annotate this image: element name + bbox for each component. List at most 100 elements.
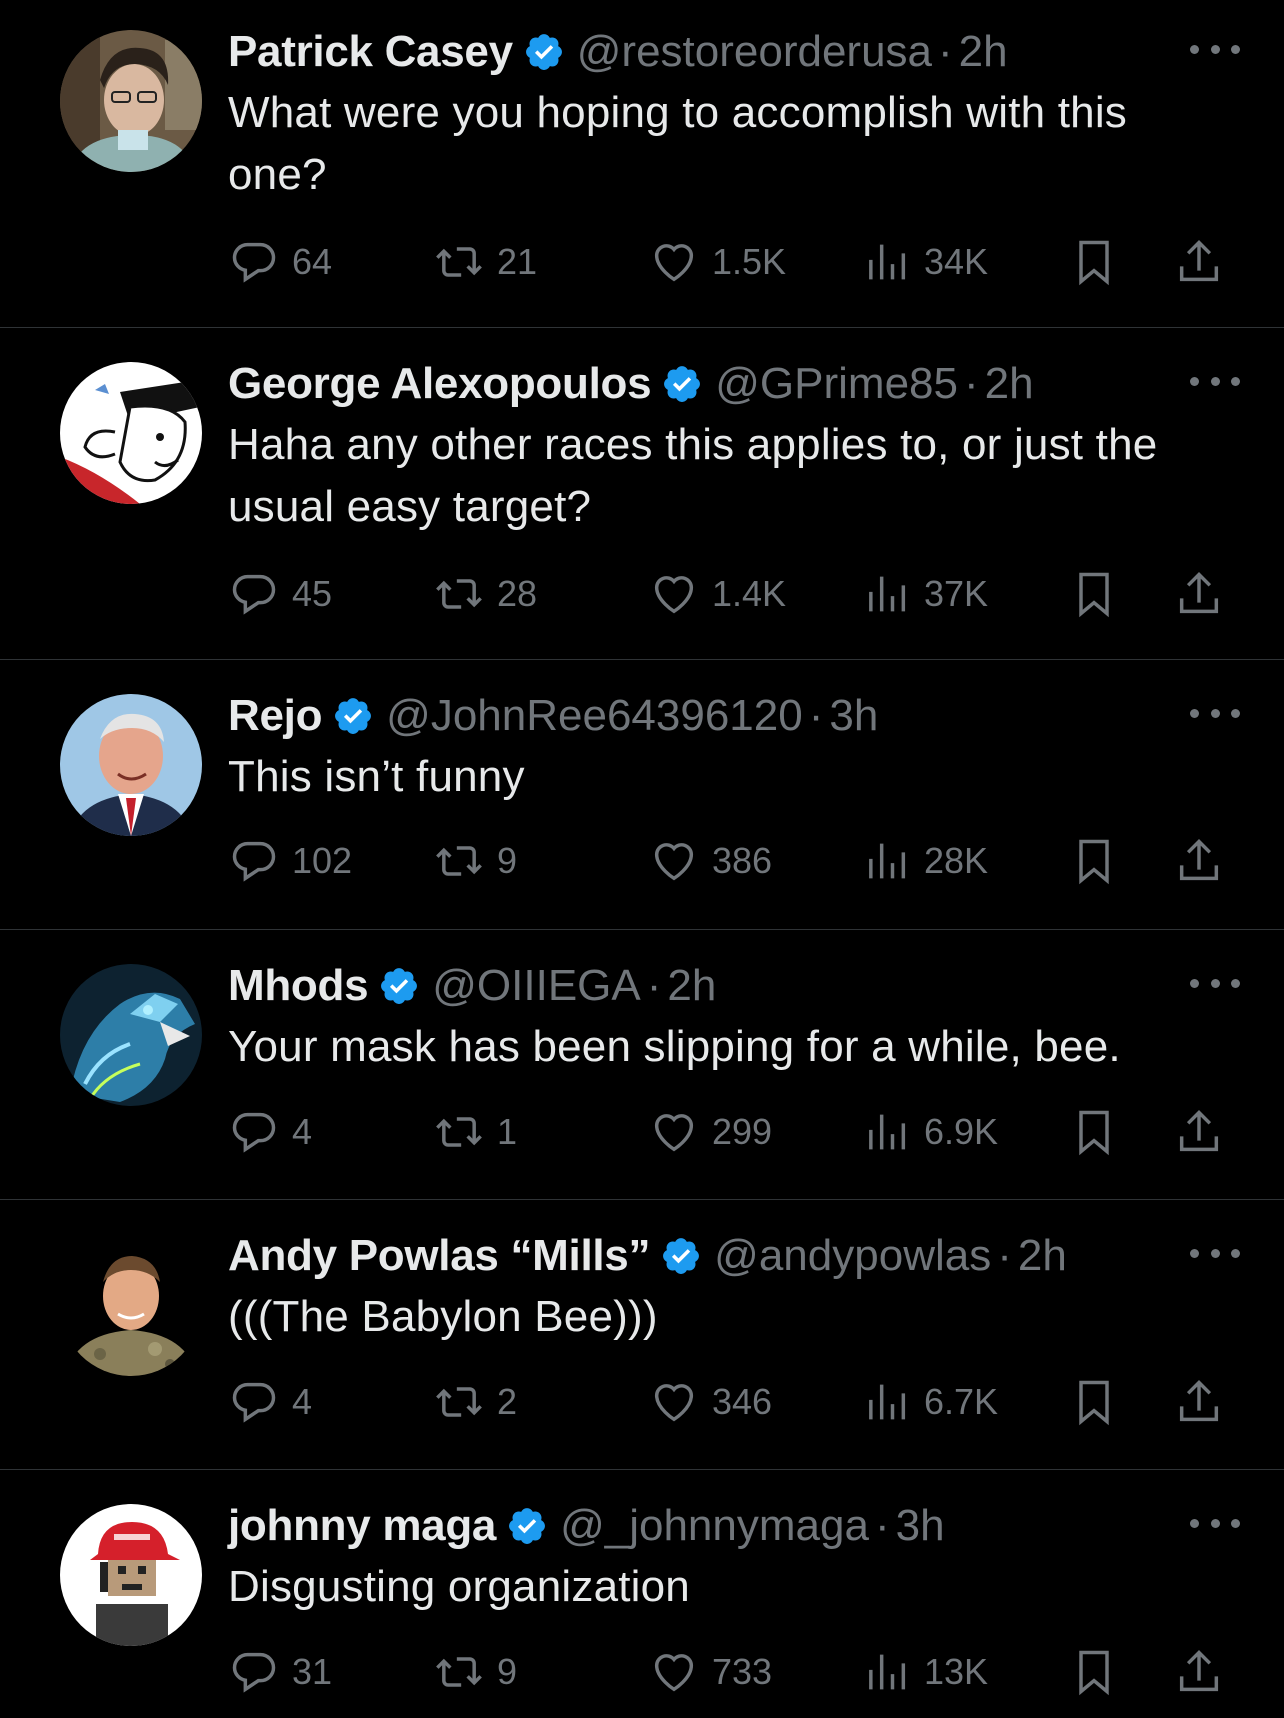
- like-button[interactable]: 299: [648, 1104, 772, 1160]
- share-button[interactable]: [1173, 833, 1225, 889]
- share-button[interactable]: [1173, 234, 1225, 290]
- separator: ·: [964, 359, 979, 408]
- reply-button[interactable]: 31: [228, 1644, 332, 1700]
- tweet-text: This isn’t funny: [228, 752, 525, 801]
- retweet-button[interactable]: 9: [433, 833, 517, 889]
- retweet-button[interactable]: 2: [433, 1374, 517, 1430]
- user-handle[interactable]: @_johnnymaga: [560, 1501, 869, 1551]
- tweet[interactable]: johnny maga @_johnnymaga · 3h Disgusting…: [0, 1470, 1284, 1718]
- display-name[interactable]: Andy Powlas “Mills”: [228, 1231, 650, 1281]
- more-options-icon[interactable]: [1190, 34, 1240, 64]
- reply-button[interactable]: 4: [228, 1104, 312, 1160]
- avatar[interactable]: [60, 964, 202, 1106]
- avatar[interactable]: [60, 1504, 202, 1646]
- reply-button[interactable]: 45: [228, 566, 332, 622]
- like-button[interactable]: 1.4K: [648, 566, 786, 622]
- retweet-icon: [436, 247, 482, 277]
- display-name[interactable]: johnny maga: [228, 1501, 496, 1551]
- views-icon: [869, 244, 906, 280]
- retweet-button[interactable]: 28: [433, 566, 537, 622]
- bookmark-icon: [1079, 572, 1109, 618]
- action-bar: 31 9 733 13K: [228, 1644, 1219, 1700]
- user-handle[interactable]: @andypowlas: [714, 1231, 991, 1281]
- heart-icon: [654, 576, 694, 614]
- reply-button[interactable]: 64: [228, 234, 332, 290]
- more-options-icon[interactable]: [1190, 1238, 1240, 1268]
- tweet[interactable]: George Alexopoulos @GPrime85 · 2h Haha a…: [0, 328, 1284, 660]
- tweet-header: Mhods @OIIIEGA · 2h: [228, 958, 1244, 1014]
- bookmark-button[interactable]: [1068, 1104, 1120, 1160]
- views-button[interactable]: 28K: [860, 833, 988, 889]
- views-button[interactable]: 6.7K: [860, 1374, 998, 1430]
- like-button[interactable]: 733: [648, 1644, 772, 1700]
- retweet-icon: [436, 1387, 482, 1417]
- verified-badge-icon: [509, 1508, 546, 1544]
- reply-button[interactable]: 102: [228, 833, 352, 889]
- tweet[interactable]: Patrick Casey @restoreorderusa · 2h What…: [0, 0, 1284, 328]
- timestamp[interactable]: 2h: [667, 961, 716, 1011]
- share-button[interactable]: [1173, 566, 1225, 622]
- separator: ·: [646, 961, 662, 1010]
- reply-button[interactable]: 4: [228, 1374, 312, 1430]
- bookmark-button[interactable]: [1068, 1374, 1120, 1430]
- bookmark-button[interactable]: [1068, 833, 1120, 889]
- retweet-button[interactable]: 1: [433, 1104, 517, 1160]
- tweet-header: George Alexopoulos @GPrime85 · 2h: [228, 356, 1244, 412]
- views-button[interactable]: 34K: [860, 234, 988, 290]
- views-button[interactable]: 6.9K: [860, 1104, 998, 1160]
- timestamp[interactable]: 2h: [1018, 1231, 1067, 1281]
- verified-badge-icon: [381, 968, 418, 1004]
- retweet-button[interactable]: 21: [433, 234, 537, 290]
- share-icon: [1179, 572, 1219, 614]
- retweet-icon: [436, 1117, 482, 1147]
- like-button[interactable]: 1.5K: [648, 234, 786, 290]
- like-count: 733: [712, 1651, 773, 1692]
- user-handle[interactable]: @OIIIEGA: [432, 961, 640, 1011]
- timestamp[interactable]: 3h: [896, 1501, 945, 1551]
- avatar[interactable]: [60, 694, 202, 836]
- display-name[interactable]: George Alexopoulos: [228, 359, 652, 409]
- action-bar: 45 28 1.4K 37K: [228, 566, 1219, 622]
- separator: ·: [874, 1501, 890, 1550]
- like-count: 1.5K: [712, 241, 787, 282]
- share-button[interactable]: [1173, 1644, 1225, 1700]
- tweet[interactable]: Rejo @JohnRee64396120 · 3h This isn’t fu…: [0, 660, 1284, 930]
- retweet-count: 21: [497, 241, 538, 282]
- bookmark-button[interactable]: [1068, 566, 1120, 622]
- user-handle[interactable]: @JohnRee64396120: [386, 691, 803, 741]
- avatar[interactable]: [60, 30, 202, 172]
- bookmark-button[interactable]: [1068, 234, 1120, 290]
- more-options-icon[interactable]: [1190, 698, 1240, 728]
- timestamp[interactable]: 2h: [959, 27, 1008, 77]
- display-name[interactable]: Rejo: [228, 691, 322, 741]
- tweet[interactable]: Mhods @OIIIEGA · 2h Your mask has been s…: [0, 930, 1284, 1200]
- view-count: 34K: [924, 241, 989, 282]
- share-icon: [1179, 1650, 1219, 1692]
- retweet-button[interactable]: 9: [433, 1644, 517, 1700]
- more-options-icon[interactable]: [1190, 968, 1240, 998]
- timestamp[interactable]: 3h: [829, 691, 878, 741]
- more-options-icon[interactable]: [1190, 1508, 1240, 1538]
- retweet-count: 9: [497, 840, 518, 881]
- retweet-icon: [436, 846, 482, 876]
- share-button[interactable]: [1173, 1104, 1225, 1160]
- display-name[interactable]: Patrick Casey: [228, 27, 513, 77]
- reply-icon: [232, 1382, 276, 1423]
- more-options-icon[interactable]: [1190, 366, 1240, 396]
- views-button[interactable]: 37K: [860, 566, 988, 622]
- reply-count: 31: [292, 1651, 333, 1692]
- share-button[interactable]: [1173, 1374, 1225, 1430]
- views-button[interactable]: 13K: [860, 1644, 988, 1700]
- user-handle[interactable]: @GPrime85: [715, 359, 958, 409]
- avatar[interactable]: [60, 1234, 202, 1376]
- like-button[interactable]: 386: [648, 833, 772, 889]
- share-icon: [1179, 240, 1219, 282]
- user-handle[interactable]: @restoreorderusa: [577, 27, 932, 77]
- avatar[interactable]: [60, 362, 202, 504]
- heart-icon: [654, 1114, 694, 1152]
- timestamp[interactable]: 2h: [985, 359, 1034, 409]
- display-name[interactable]: Mhods: [228, 961, 369, 1011]
- bookmark-button[interactable]: [1068, 1644, 1120, 1700]
- tweet[interactable]: Andy Powlas “Mills” @andypowlas · 2h (((…: [0, 1200, 1284, 1470]
- like-button[interactable]: 346: [648, 1374, 772, 1430]
